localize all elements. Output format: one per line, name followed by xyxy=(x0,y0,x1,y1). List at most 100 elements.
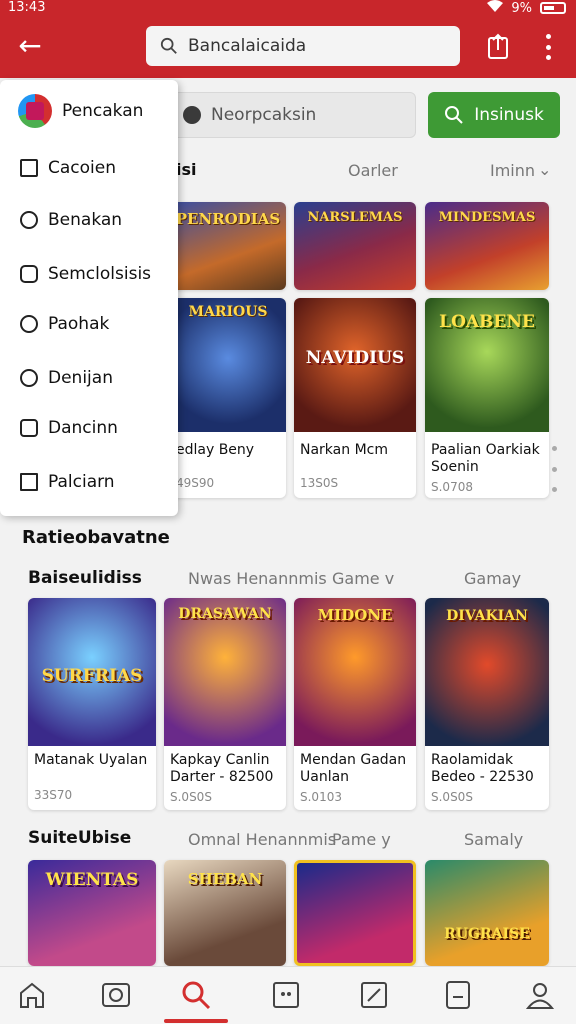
search-icon xyxy=(445,106,463,124)
game-name: Kapkay Canlin Darter - 82500 xyxy=(170,752,274,785)
section-title: Ratieobavatne xyxy=(22,527,170,548)
search-submit-button[interactable]: Insinusk xyxy=(428,92,560,138)
menu-item[interactable]: Cacoien xyxy=(20,158,116,178)
more-options-icon[interactable] xyxy=(552,446,558,492)
secondary-search-input[interactable]: Neorpcaksin xyxy=(172,92,416,138)
game-card[interactable]: MARIOUS edlay Beny 49S90 xyxy=(170,298,286,498)
menu-header[interactable]: Pencakan xyxy=(18,94,143,128)
menu-item-label: Dancinn xyxy=(48,418,118,438)
game-art-title: PENRODIAS xyxy=(175,210,281,228)
battery-percent: 9% xyxy=(511,0,532,16)
game-card[interactable] xyxy=(294,860,416,966)
section-filter[interactable]: Nwas Henannmis xyxy=(188,569,327,588)
game-art-title: MIDONE xyxy=(317,606,393,624)
game-meta: S.0708 xyxy=(431,480,473,494)
game-thumbnail xyxy=(425,860,549,966)
game-art-title: DIVAKIAN xyxy=(446,608,528,624)
clock-icon xyxy=(20,315,38,333)
wifi-icon xyxy=(487,0,504,16)
game-card[interactable]: DIVAKIAN Raolamidak Bedeo - 22530 S.0S0S xyxy=(425,598,549,810)
game-art-title: WIENTAS xyxy=(45,870,139,890)
game-card[interactable]: NAVIDIUS Narkan Mcm 13S0S xyxy=(294,298,416,498)
row1-title: isi xyxy=(176,160,197,179)
menu-item-label: Benakan xyxy=(48,210,123,230)
game-meta: 33S70 xyxy=(34,788,73,802)
section-filter[interactable]: Omnal Henannmis xyxy=(188,830,336,849)
media-icon[interactable] xyxy=(100,979,132,1011)
game-card[interactable]: DRASAWAN Kapkay Canlin Darter - 82500 S.… xyxy=(164,598,286,810)
game-art-title: LOABENE xyxy=(439,312,535,332)
game-card[interactable]: RUGRAISE xyxy=(425,860,549,966)
menu-item[interactable]: Semclolsisis xyxy=(20,264,151,284)
search-text: Bancalaicaida xyxy=(188,36,307,56)
checkbox-icon xyxy=(20,159,38,177)
game-card[interactable]: WIENTAS xyxy=(28,860,156,966)
game-name: edlay Beny xyxy=(176,442,255,458)
grid-icon[interactable] xyxy=(270,979,302,1011)
section-filter[interactable]: Samaly xyxy=(464,830,523,849)
game-card[interactable]: MIDONE Mendan Gadan Uanlan S.0103 xyxy=(294,598,416,810)
menu-item[interactable]: Paohak xyxy=(20,314,109,334)
row1-col-right[interactable]: Iminn xyxy=(490,161,535,180)
dropdown-menu: Pencakan Cacoien Benakan Semclolsisis Pa… xyxy=(0,80,178,516)
game-thumbnail xyxy=(297,863,413,963)
game-card[interactable]: LOABENE Paalian Oarkiak Soenin S.0708 xyxy=(425,298,549,498)
game-meta: S.0103 xyxy=(300,790,342,804)
game-card[interactable]: NARSLEMAS xyxy=(294,202,416,290)
back-button[interactable]: ← xyxy=(14,30,46,62)
menu-item[interactable]: Benakan xyxy=(20,210,122,230)
menu-item-label: Semclolsisis xyxy=(48,264,152,284)
section-title: Baiseulidiss xyxy=(28,568,142,588)
row1-col-mid[interactable]: Oarler xyxy=(348,161,398,180)
game-art-title: SHEBAN xyxy=(187,870,263,888)
profile-icon[interactable] xyxy=(524,979,556,1011)
section-filter[interactable]: Pame y xyxy=(332,830,391,849)
library-icon[interactable] xyxy=(442,979,474,1011)
game-card[interactable]: MINDESMAS xyxy=(425,202,549,290)
menu-item-label: Palciarn xyxy=(48,472,115,492)
section-filter[interactable]: Game v xyxy=(332,569,394,588)
circle-icon xyxy=(20,369,38,387)
game-meta: 13S0S xyxy=(300,476,339,490)
menu-item-label: Cacoien xyxy=(48,158,116,178)
menu-item-label: Paohak xyxy=(48,314,110,334)
active-tab-indicator xyxy=(164,1019,228,1023)
more-options-icon[interactable] xyxy=(538,34,558,60)
game-art-title: NAVIDIUS xyxy=(305,348,405,368)
section-filter[interactable]: Gamay xyxy=(464,569,521,588)
chevron-down-icon[interactable]: ⌄ xyxy=(538,160,551,179)
chat-icon xyxy=(20,265,38,283)
menu-item[interactable]: Palciarn xyxy=(20,472,115,492)
home-icon[interactable] xyxy=(16,979,48,1011)
game-card[interactable]: PENRODIAS xyxy=(170,202,286,290)
status-bar: 13:43 9% xyxy=(0,0,576,18)
mail-icon xyxy=(20,419,38,437)
game-meta: 49S90 xyxy=(176,476,215,490)
search-submit-label: Insinusk xyxy=(474,105,544,125)
game-name: Mendan Gadan Uanlan xyxy=(300,752,407,785)
game-card[interactable]: SURFRIAS Matanak Uyalan 33S70 xyxy=(28,598,156,810)
share-icon[interactable] xyxy=(484,32,512,60)
game-name: Matanak Uyalan xyxy=(34,752,148,768)
edit-icon[interactable] xyxy=(358,979,390,1011)
menu-item[interactable]: Dancinn xyxy=(20,418,118,438)
app-logo-icon xyxy=(18,94,52,128)
game-art-title: SURFRIAS xyxy=(41,666,143,686)
status-icons: 9% xyxy=(487,0,566,16)
game-meta: S.0S0S xyxy=(170,790,212,804)
game-name: Paalian Oarkiak Soenin xyxy=(431,442,540,475)
game-art-title: NARSLEMAS xyxy=(307,210,403,225)
search-input[interactable]: Bancalaicaida xyxy=(146,26,460,66)
search-icon xyxy=(160,37,177,54)
search-icon[interactable] xyxy=(180,979,212,1011)
game-meta: S.0S0S xyxy=(431,790,473,804)
circle-icon xyxy=(20,211,38,229)
game-art-title: DRASAWAN xyxy=(178,606,272,622)
menu-item[interactable]: Denijan xyxy=(20,368,113,388)
battery-icon xyxy=(540,2,566,14)
bottom-navigation xyxy=(0,966,576,1024)
menu-item-label: Denijan xyxy=(48,368,113,388)
game-card[interactable]: SHEBAN xyxy=(164,860,286,966)
game-art-title: MARIOUS xyxy=(188,304,268,320)
back-arrow-icon: ← xyxy=(18,29,42,62)
